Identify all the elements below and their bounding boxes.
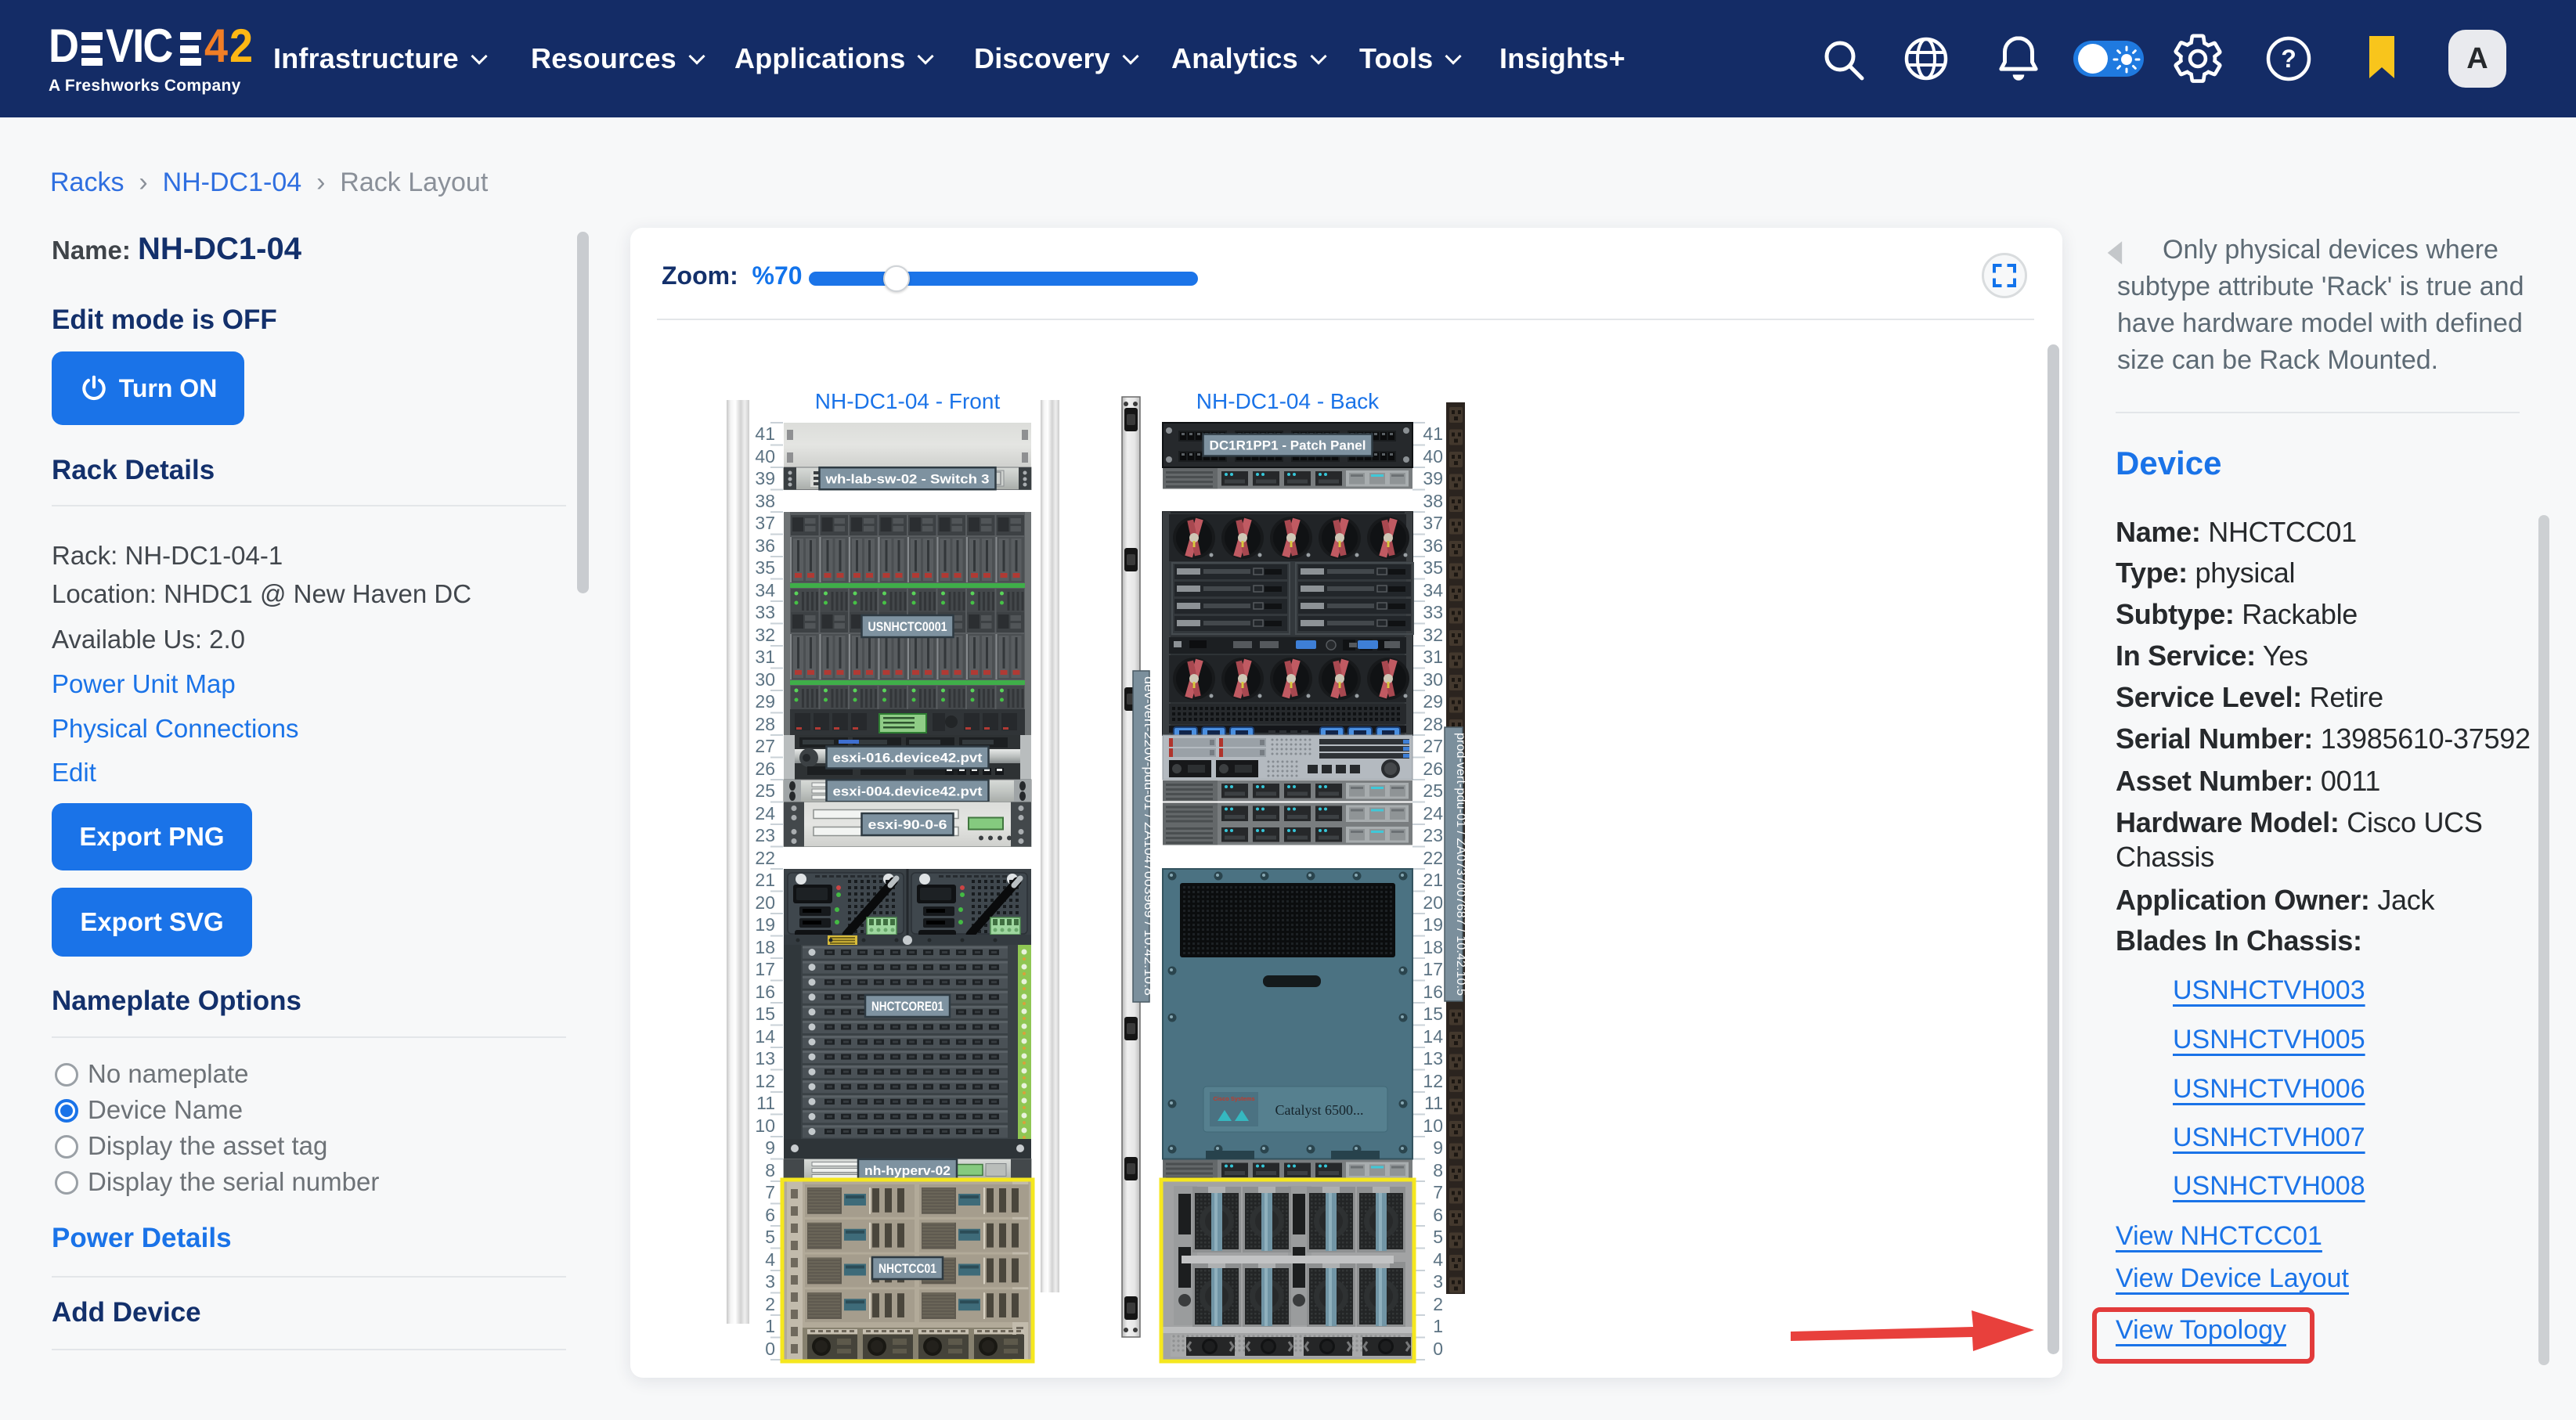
svg-text:?: ?: [2281, 45, 2296, 73]
